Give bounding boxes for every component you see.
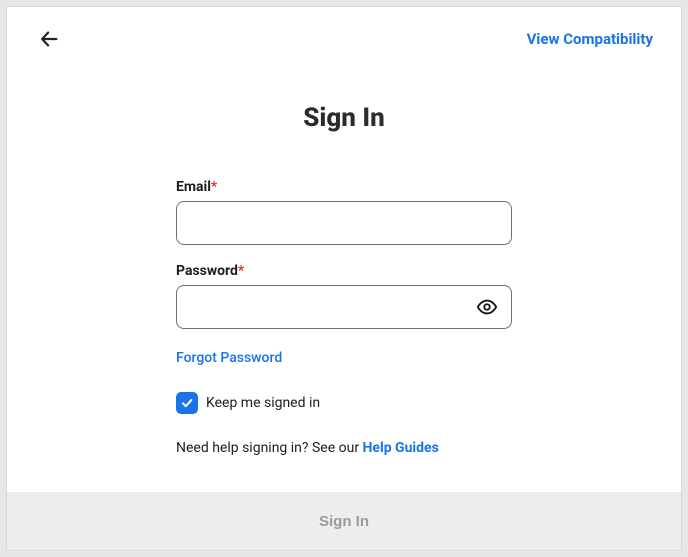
check-icon [180, 396, 194, 410]
email-input[interactable] [176, 201, 512, 245]
back-button[interactable] [35, 25, 63, 53]
signin-form: Email* Password* Forgot Password [176, 179, 512, 456]
toggle-password-visibility-button[interactable] [476, 296, 498, 318]
email-label-text: Email [176, 179, 211, 195]
password-input-wrap [176, 285, 512, 329]
keep-signed-in-row: Keep me signed in [176, 392, 512, 414]
help-text-prefix: Need help signing in? See our [176, 440, 363, 456]
eye-icon [476, 296, 498, 318]
password-input[interactable] [176, 285, 512, 329]
email-input-wrap [176, 201, 512, 245]
required-marker: * [238, 263, 244, 279]
help-guides-link[interactable]: Help Guides [363, 440, 439, 456]
keep-signed-in-checkbox[interactable] [176, 392, 198, 414]
keep-signed-in-label: Keep me signed in [206, 395, 320, 411]
password-label: Password* [176, 263, 512, 279]
sign-in-button[interactable]: Sign In [319, 513, 369, 530]
signin-page: View Compatibility Sign In Email* Passwo… [6, 6, 682, 551]
content: Sign In Email* Password* Forg [7, 53, 681, 492]
back-arrow-icon [38, 28, 60, 50]
topbar: View Compatibility [7, 7, 681, 53]
view-compatibility-link[interactable]: View Compatibility [527, 30, 653, 48]
forgot-password-link[interactable]: Forgot Password [176, 350, 282, 366]
required-marker: * [211, 179, 217, 195]
password-label-text: Password [176, 263, 238, 279]
help-text: Need help signing in? See our Help Guide… [176, 440, 512, 456]
email-label: Email* [176, 179, 512, 195]
footer: Sign In [7, 492, 681, 550]
page-title: Sign In [303, 103, 385, 133]
